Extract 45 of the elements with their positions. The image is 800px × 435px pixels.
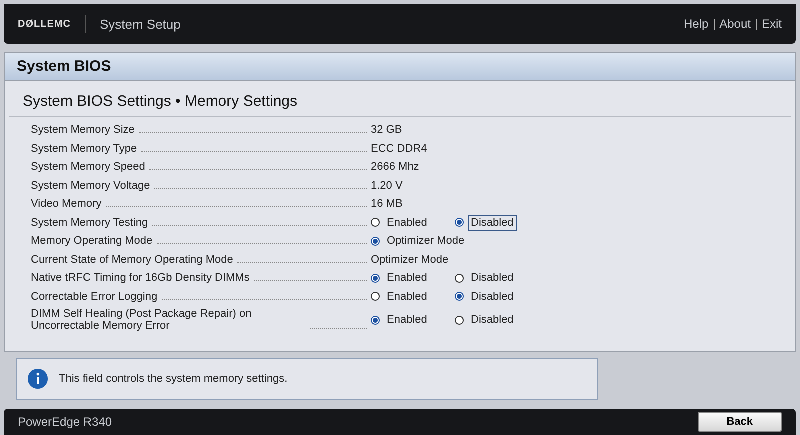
setting-label: Correctable Error Logging xyxy=(31,290,158,303)
radio-option[interactable]: Disabled xyxy=(455,312,539,328)
header-link[interactable]: Help xyxy=(684,17,709,31)
radio-icon[interactable] xyxy=(455,292,464,302)
radio-option[interactable]: Optimizer Mode xyxy=(371,233,468,250)
setting-label: Memory Operating Mode xyxy=(31,235,153,248)
setting-value: Optimizer Mode xyxy=(371,254,449,266)
radio-option[interactable]: Enabled xyxy=(371,214,455,231)
radio-option[interactable]: Enabled xyxy=(371,270,455,286)
brand-logo: DØLLEMC xyxy=(18,18,71,30)
info-icon xyxy=(27,368,49,390)
radio-icon[interactable] xyxy=(371,218,380,228)
setting-label: Video Memory xyxy=(31,198,102,210)
radio-option[interactable]: Enabled xyxy=(371,312,455,328)
radio-icon[interactable] xyxy=(371,292,380,302)
setting-label: Current State of Memory Operating Mode xyxy=(31,254,234,266)
setting-label: DIMM Self Healing (Post Package Repair) on Uncorrectable Memory Error xyxy=(31,308,253,332)
window-title: System Setup xyxy=(100,16,181,32)
radio-icon[interactable] xyxy=(455,316,464,324)
setting-label: System Memory Type xyxy=(31,142,138,155)
setting-value: 1.20 V xyxy=(371,180,403,192)
setting-label: System Memory Voltage xyxy=(31,180,150,192)
radio-icon[interactable] xyxy=(455,274,464,283)
header-link[interactable]: About xyxy=(720,17,751,31)
setting-value: 16 MB xyxy=(371,198,403,210)
panel-title: System BIOS xyxy=(5,53,795,81)
setting-label: Native tRFC Timing for 16Gb Density DIMMs xyxy=(31,272,250,284)
header-link[interactable]: Exit xyxy=(762,17,782,31)
radio-icon[interactable] xyxy=(371,236,380,246)
back-button[interactable]: Back xyxy=(698,412,782,432)
setting-label: System Memory Speed xyxy=(31,161,146,174)
help-text: This field controls the system memory settings. xyxy=(59,373,288,385)
setting-label: System Memory Size xyxy=(31,124,135,136)
radio-icon[interactable] xyxy=(371,316,380,324)
radio-icon[interactable] xyxy=(371,274,380,283)
radio-option[interactable]: Enabled xyxy=(371,288,455,305)
setting-value: 2666 Mhz xyxy=(371,161,420,174)
page-heading: System BIOS Settings • Memory Settings xyxy=(9,81,791,117)
radio-option[interactable]: Disabled xyxy=(455,270,539,286)
radio-icon[interactable] xyxy=(455,218,464,228)
setting-label: System Memory Testing xyxy=(31,216,148,229)
model-name: PowerEdge R340 xyxy=(18,415,112,429)
setting-value: 32 GB xyxy=(371,124,402,136)
setting-value: ECC DDR4 xyxy=(371,142,428,155)
radio-option[interactable]: Disabled xyxy=(455,288,539,305)
